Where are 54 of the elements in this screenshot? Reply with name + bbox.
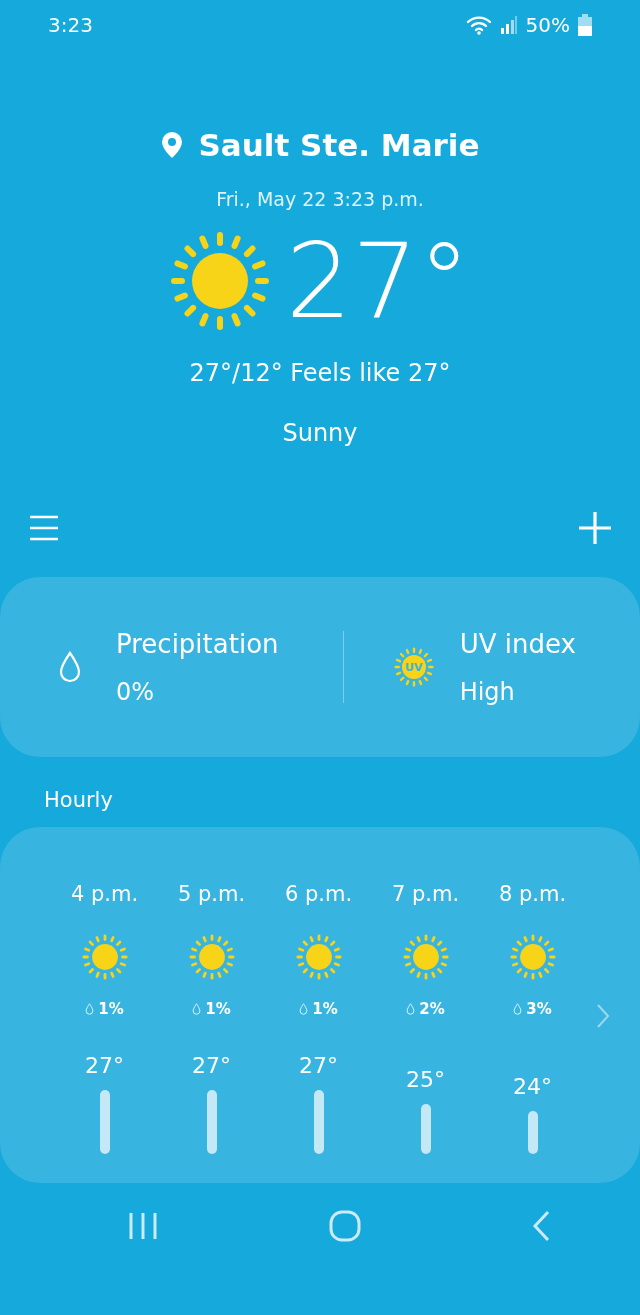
precipitation-chance: 2%	[419, 999, 445, 1020]
water-drop-icon	[299, 1003, 309, 1016]
temperature-bar	[206, 1089, 217, 1154]
hour-time: 5 p.m.	[177, 880, 246, 908]
hour-temperature: 27°	[192, 1051, 231, 1080]
hour-time: 8 p.m.	[498, 880, 567, 908]
battery-percent: 50%	[525, 12, 570, 39]
water-drop-icon	[192, 1003, 202, 1016]
current-temperature: 27°	[285, 229, 471, 333]
hour-temperature: 27°	[299, 1051, 338, 1080]
water-drop-icon	[406, 1003, 416, 1016]
precipitation-chance: 3%	[526, 999, 552, 1020]
hour-time: 7 p.m.	[391, 880, 460, 908]
water-drop-icon	[85, 1003, 95, 1016]
precipitation-chance: 1%	[205, 999, 231, 1020]
precipitation-chance: 1%	[98, 999, 124, 1020]
detail-label: UV index	[459, 628, 576, 659]
high-low-feels-like: 27°/12° Feels like 27°	[189, 358, 451, 389]
add-button[interactable]	[578, 511, 612, 545]
temperature-bar	[420, 1103, 431, 1154]
back-button[interactable]	[532, 1209, 550, 1242]
water-drop-icon	[58, 651, 82, 683]
sun-icon	[402, 934, 449, 980]
precipitation-chance: 1%	[312, 999, 338, 1020]
recent-apps-button[interactable]	[128, 1211, 158, 1240]
sun-icon	[169, 231, 270, 331]
sun-icon	[509, 934, 556, 980]
status-time: 3:23	[48, 12, 93, 39]
hour-time: 6 p.m.	[284, 880, 353, 908]
temperature-bar	[527, 1110, 538, 1154]
detail-label: Precipitation	[116, 628, 279, 659]
sun-icon	[81, 934, 128, 980]
hour-temperature: 27°	[85, 1051, 124, 1080]
water-drop-icon	[513, 1003, 523, 1016]
hour-temperature: 24°	[513, 1072, 552, 1101]
detail-value: High	[459, 677, 515, 706]
location-pin-icon	[160, 131, 183, 160]
detail-value: 0%	[116, 677, 155, 706]
temperature-bar	[313, 1089, 324, 1154]
chevron-right-icon[interactable]	[596, 1002, 610, 1029]
menu-button[interactable]	[28, 514, 60, 542]
battery-icon	[578, 14, 592, 36]
temperature-bar	[99, 1089, 110, 1154]
signal-icon	[499, 15, 518, 35]
weather-condition: Sunny	[282, 418, 358, 449]
sun-icon	[295, 934, 342, 980]
hour-time: 4 p.m.	[70, 880, 139, 908]
sun-icon	[188, 934, 235, 980]
home-button[interactable]	[329, 1209, 361, 1242]
date-time: Fri., May 22 3:23 p.m.	[216, 186, 424, 212]
wifi-icon	[465, 15, 492, 35]
hour-temperature: 25°	[406, 1065, 445, 1094]
hourly-title: Hourly	[44, 788, 113, 812]
location-name: Sault Ste. Marie	[198, 126, 480, 165]
